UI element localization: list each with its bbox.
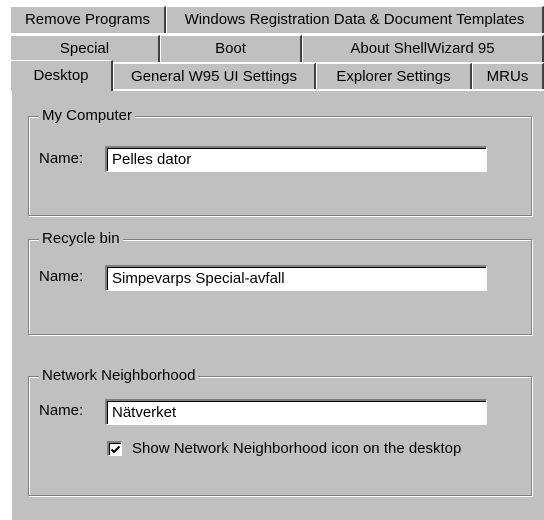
property-sheet: Remove Programs Windows Registration Dat…: [0, 0, 544, 520]
checkmark-icon: [110, 445, 121, 454]
tab-general-w95-ui-settings[interactable]: General W95 UI Settings: [113, 63, 316, 90]
tab-remove-programs[interactable]: Remove Programs: [10, 6, 166, 33]
recycle-bin-name-label: Name:: [39, 268, 84, 285]
network-neighborhood-group: Network Neighborhood Name: Nätverket Sho…: [28, 366, 532, 496]
tab-about-shellwizard[interactable]: About ShellWizard 95: [302, 35, 544, 62]
recycle-bin-group: Recycle bin Name: Simpevarps Special-avf…: [28, 229, 532, 335]
network-name-label: Name:: [39, 402, 84, 419]
my-computer-group-title: My Computer: [39, 106, 136, 126]
recycle-bin-name-field[interactable]: Simpevarps Special-avfall: [105, 265, 487, 291]
network-name-field[interactable]: Nätverket: [105, 399, 487, 425]
network-neighborhood-group-title: Network Neighborhood: [39, 366, 199, 386]
my-computer-group: My Computer Name: Pelles dator: [28, 106, 532, 216]
tab-mrus[interactable]: MRUs: [472, 63, 544, 90]
tab-special[interactable]: Special: [10, 35, 160, 62]
my-computer-name-label: Name:: [39, 150, 84, 167]
show-network-icon-label[interactable]: Show Network Neighborhood icon on the de…: [132, 439, 461, 459]
tab-windows-registration-data[interactable]: Windows Registration Data & Document Tem…: [166, 6, 544, 33]
show-network-icon-checkbox[interactable]: [107, 441, 122, 456]
desktop-tab-panel: My Computer Name: Pelles dator Recycle b…: [10, 89, 544, 520]
tab-boot[interactable]: Boot: [160, 35, 302, 62]
tab-desktop[interactable]: Desktop: [10, 60, 113, 91]
recycle-bin-group-title: Recycle bin: [39, 229, 123, 249]
tab-explorer-settings[interactable]: Explorer Settings: [316, 63, 472, 90]
my-computer-name-field[interactable]: Pelles dator: [105, 146, 487, 172]
